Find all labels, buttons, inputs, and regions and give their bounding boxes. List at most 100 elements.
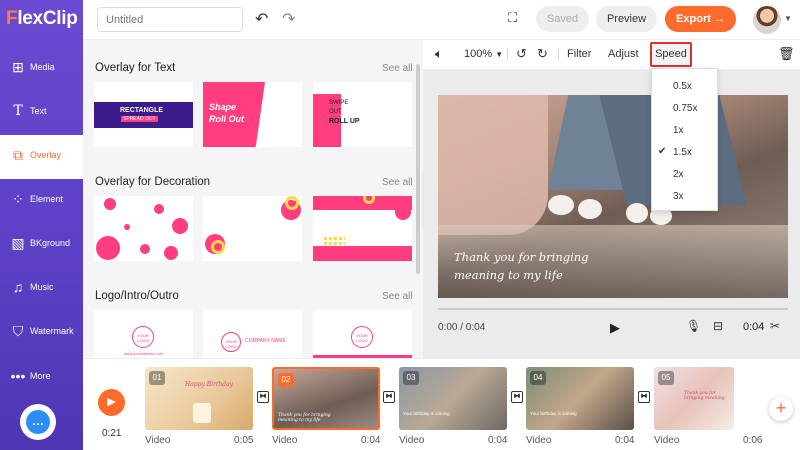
sidebar-item-watermark[interactable]: ⛉ Watermark xyxy=(0,311,83,355)
zoom-select[interactable]: 100% ▼ xyxy=(464,48,503,60)
overlay-panel: Overlay for Text See all RECTANGLE SPREA… xyxy=(83,40,423,358)
chat-icon: … xyxy=(26,410,50,434)
speed-option[interactable]: 1x xyxy=(652,119,719,141)
see-all-link[interactable]: See all xyxy=(382,63,413,74)
scissors-icon[interactable]: ✂ xyxy=(770,319,780,333)
chat-button[interactable]: … xyxy=(20,404,56,440)
clip-caption: Happy Birthday xyxy=(185,381,234,388)
video-preview[interactable]: Thank you for bringing meaning to my lif… xyxy=(438,95,788,298)
caption-line: Thank you for bringing xyxy=(454,250,589,264)
speed-dropdown: 0.5x 0.75x 1x ✔ 1.5x 2x 3x xyxy=(651,68,718,211)
speed-option-label: 0.5x xyxy=(673,81,692,92)
clip-thumbnail[interactable]: Happy Birthday 01 xyxy=(145,367,253,430)
overlay-icon: ⧉ xyxy=(13,147,23,163)
sidebar-item-label: Watermark xyxy=(30,326,74,336)
clip-thumbnail-selected[interactable]: Thank you for bringing meaning to my lif… xyxy=(272,367,380,430)
rotate-right-icon[interactable]: ↻ xyxy=(537,46,548,62)
logo-card-3[interactable]: YOUR LOGO xyxy=(313,310,412,358)
volume-icon[interactable]: 🔈︎ xyxy=(435,46,443,62)
redo-icon[interactable]: ↷ xyxy=(282,9,295,29)
sidebar-item-overlay[interactable]: ⧉ Overlay xyxy=(0,135,83,179)
card-text: YOUR LOGO xyxy=(225,339,237,349)
speed-option-label: 0.75x xyxy=(673,103,698,114)
preview-button[interactable]: Preview xyxy=(596,6,657,32)
speed-option[interactable]: 3x xyxy=(652,185,719,207)
speed-option[interactable]: 0.5x xyxy=(652,75,719,97)
export-button[interactable]: Export → xyxy=(665,6,736,32)
decoration-card-1[interactable] xyxy=(94,196,193,261)
transition-icon[interactable]: ⧓ xyxy=(257,391,269,403)
card-text: OUT xyxy=(329,109,342,115)
clip-label: Video xyxy=(272,435,298,446)
sidebar-item-label: BKground xyxy=(30,238,71,248)
music-icon: ♫ xyxy=(12,279,24,295)
clip-duration: 0:04 xyxy=(488,435,508,446)
clip-number: 02 xyxy=(278,373,294,387)
preview-stage: Thank you for bringing meaning to my lif… xyxy=(423,70,800,358)
logo-card-1[interactable]: YOUR LOGO www.yourwebsite.com xyxy=(94,310,193,358)
overlay-card-shape[interactable]: Shape Roll Out xyxy=(203,82,302,147)
play-icon[interactable]: ▶ xyxy=(610,320,620,336)
clip-duration[interactable]: 0:04 xyxy=(743,321,764,333)
clip-thumbnail[interactable]: Your birthday is coming 04 xyxy=(526,367,634,430)
speed-option-label: 1x xyxy=(673,125,684,136)
microphone-icon[interactable]: 🎙︎ xyxy=(686,319,701,333)
sidebar-item-label: Media xyxy=(30,62,55,72)
overlay-card-swipe[interactable]: SWIPE OUT ROLL UP xyxy=(313,82,412,147)
speed-option-label: 2x xyxy=(673,169,684,180)
card-text: SWIPE xyxy=(329,100,349,106)
chevron-down-icon[interactable]: ▼ xyxy=(784,14,792,23)
see-all-link[interactable]: See all xyxy=(382,177,413,188)
clip-caption: Thank you for bringing meaning xyxy=(684,391,725,401)
card-text: SPREAD OUT xyxy=(121,116,158,122)
rotate-left-icon[interactable]: ↺ xyxy=(516,46,527,62)
sidebar-item-text[interactable]: T Text xyxy=(0,91,83,135)
fullscreen-icon[interactable]: ⛶ xyxy=(508,10,517,26)
transition-icon[interactable]: ⧓ xyxy=(383,391,395,403)
split-icon[interactable]: ⊟ xyxy=(713,319,723,333)
flexclip-logo[interactable]: FlexClip xyxy=(6,8,78,30)
playback-progress[interactable] xyxy=(438,308,788,310)
clip-duration: 0:04 xyxy=(361,435,381,446)
panel-scrollbar[interactable] xyxy=(416,64,420,274)
sidebar-item-music[interactable]: ♫ Music xyxy=(0,267,83,311)
clip-caption: Your birthday is coming xyxy=(530,411,577,416)
video-caption: Thank you for bringing meaning to my lif… xyxy=(454,248,589,284)
sidebar-item-label: Overlay xyxy=(30,150,62,160)
checkmark-icon: ✔ xyxy=(658,146,667,157)
speed-button[interactable]: Speed xyxy=(650,42,692,67)
overlay-card-rectangle[interactable]: RECTANGLE SPREAD OUT xyxy=(94,82,193,147)
decoration-card-3[interactable] xyxy=(313,196,412,261)
clip-label: Video xyxy=(654,435,680,446)
speed-option-selected[interactable]: ✔ 1.5x xyxy=(652,141,719,163)
sidebar-item-bkground[interactable]: ▧ BKground xyxy=(0,223,83,267)
undo-icon[interactable]: ↶ xyxy=(255,9,268,29)
speed-option[interactable]: 2x xyxy=(652,163,719,185)
sidebar-item-more[interactable]: ••• More xyxy=(0,356,83,400)
adjust-button[interactable]: Adjust xyxy=(608,48,639,60)
sidebar-item-element[interactable]: ⁘ Element xyxy=(0,179,83,223)
transition-icon[interactable]: ⧓ xyxy=(511,391,523,403)
add-clip-button[interactable]: + xyxy=(769,397,793,421)
play-all-button[interactable]: ▶ xyxy=(98,389,125,416)
saved-button[interactable]: Saved xyxy=(536,6,589,32)
card-text: YOUR LOGO xyxy=(137,333,149,343)
decoration-card-2[interactable] xyxy=(203,196,302,261)
transition-icon[interactable]: ⧓ xyxy=(638,391,650,403)
see-all-link[interactable]: See all xyxy=(382,291,413,302)
section-title: Overlay for Text xyxy=(95,62,176,74)
project-title-input[interactable] xyxy=(97,7,243,32)
speed-option[interactable]: 0.75x xyxy=(652,97,719,119)
media-icon: ⊞ xyxy=(12,59,24,75)
filter-button[interactable]: Filter xyxy=(567,48,591,60)
avatar[interactable] xyxy=(753,6,781,34)
clip-thumbnail[interactable]: Thank you for bringing meaning 05 xyxy=(654,367,734,430)
trash-icon[interactable]: 🗑︎ xyxy=(778,46,795,62)
sidebar-item-media[interactable]: ⊞ Media xyxy=(0,47,83,91)
clip-thumbnail[interactable]: Your birthday is coming 03 xyxy=(399,367,507,430)
more-icon: ••• xyxy=(10,368,26,384)
card-text: ROLL UP xyxy=(329,118,360,125)
logo-card-2[interactable]: YOUR LOGO COMPANY NAME xyxy=(203,310,302,358)
text-icon: T xyxy=(13,103,23,119)
sidebar-item-label: Text xyxy=(30,106,47,116)
